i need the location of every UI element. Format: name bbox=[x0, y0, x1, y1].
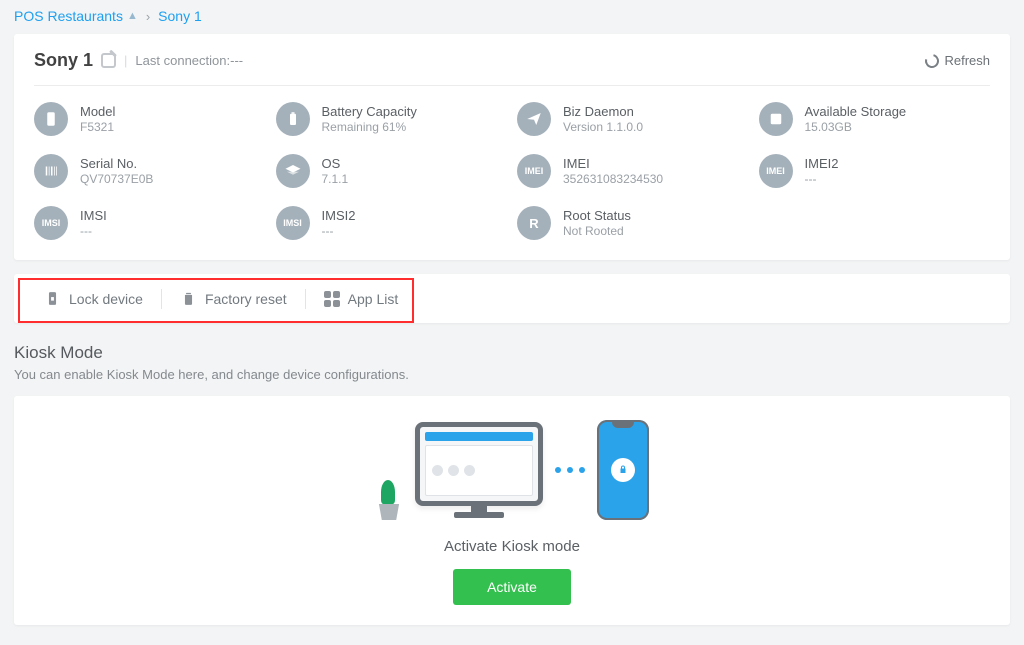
lock-icon bbox=[44, 290, 61, 307]
spec-root: R Root StatusNot Rooted bbox=[517, 206, 749, 240]
refresh-icon bbox=[923, 51, 942, 70]
device-card: Sony 1 | Last connection:--- Refresh Mod… bbox=[14, 34, 1010, 260]
imsi-icon: IMSI bbox=[34, 206, 68, 240]
sync-dots-icon bbox=[555, 467, 585, 473]
root-icon: R bbox=[517, 206, 551, 240]
phone-lock-icon bbox=[597, 420, 649, 520]
battery-icon bbox=[276, 102, 310, 136]
factory-reset-button[interactable]: Factory reset bbox=[162, 286, 305, 311]
storage-icon bbox=[759, 102, 793, 136]
section-subtitle: You can enable Kiosk Mode here, and chan… bbox=[14, 367, 1010, 382]
kiosk-illustration bbox=[34, 420, 990, 520]
section-title: Kiosk Mode bbox=[14, 343, 1010, 363]
spec-battery: Battery CapacityRemaining 61% bbox=[276, 102, 508, 136]
spec-grid: ModelF5321 Battery CapacityRemaining 61%… bbox=[34, 86, 990, 240]
monitor-icon bbox=[415, 422, 543, 518]
app-list-button[interactable]: App List bbox=[306, 287, 417, 311]
spec-os: OS7.1.1 bbox=[276, 154, 508, 188]
chevron-up-icon[interactable]: ▲ bbox=[127, 10, 138, 22]
kiosk-card: Activate Kiosk mode Activate bbox=[14, 396, 1010, 625]
spec-model: ModelF5321 bbox=[34, 102, 266, 136]
phone-icon bbox=[34, 102, 68, 136]
spec-serial: Serial No.QV70737E0B bbox=[34, 154, 266, 188]
spec-imei2: IMEI IMEI2--- bbox=[759, 154, 991, 188]
kiosk-section: Kiosk Mode You can enable Kiosk Mode her… bbox=[14, 343, 1010, 625]
send-icon bbox=[517, 102, 551, 136]
imei-icon: IMEI bbox=[759, 154, 793, 188]
barcode-icon bbox=[34, 154, 68, 188]
imsi-icon: IMSI bbox=[276, 206, 310, 240]
divider: | bbox=[124, 53, 127, 68]
actions-card: Lock device Factory reset App List bbox=[14, 274, 1010, 323]
spec-imsi: IMSI IMSI--- bbox=[34, 206, 266, 240]
refresh-button[interactable]: Refresh bbox=[925, 53, 990, 68]
trash-icon bbox=[180, 290, 197, 307]
plant-icon bbox=[375, 504, 403, 520]
lock-device-button[interactable]: Lock device bbox=[26, 286, 161, 311]
breadcrumb-separator-icon: › bbox=[146, 9, 150, 24]
breadcrumb-group[interactable]: POS Restaurants bbox=[14, 8, 123, 24]
layers-icon bbox=[276, 154, 310, 188]
spec-imsi2: IMSI IMSI2--- bbox=[276, 206, 508, 240]
activate-button[interactable]: Activate bbox=[453, 569, 571, 605]
breadcrumb: POS Restaurants ▲ › Sony 1 bbox=[14, 0, 1010, 34]
spec-biz-daemon: Biz DaemonVersion 1.1.0.0 bbox=[517, 102, 749, 136]
breadcrumb-device[interactable]: Sony 1 bbox=[158, 8, 202, 24]
device-title: Sony 1 bbox=[34, 50, 93, 71]
last-connection-label: Last connection:--- bbox=[135, 53, 243, 68]
activate-title: Activate Kiosk mode bbox=[34, 538, 990, 555]
device-header: Sony 1 | Last connection:--- Refresh bbox=[34, 34, 990, 86]
spec-imei: IMEI IMEI352631083234530 bbox=[517, 154, 749, 188]
grid-icon bbox=[324, 291, 340, 307]
spec-storage: Available Storage15.03GB bbox=[759, 102, 991, 136]
imei-icon: IMEI bbox=[517, 154, 551, 188]
edit-icon[interactable] bbox=[101, 53, 116, 68]
